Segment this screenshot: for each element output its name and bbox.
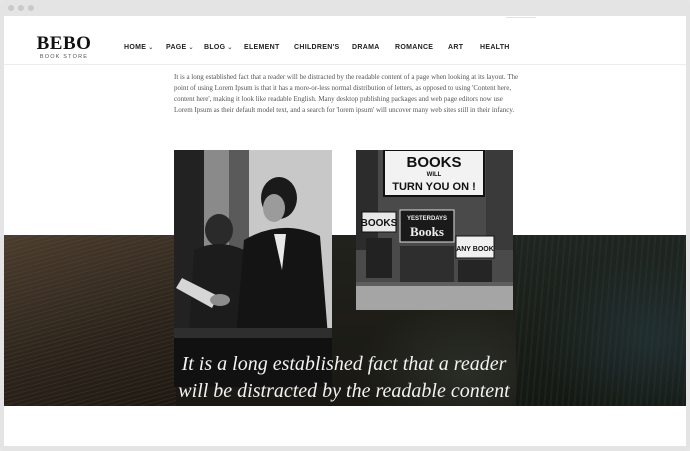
nav-item-health[interactable]: HEALTH xyxy=(480,44,510,51)
shop-sign-2: YESTERDAYS xyxy=(407,216,447,222)
quote-line-2: will be distracted by the readable conte… xyxy=(178,380,510,402)
nav-item-childrens[interactable]: CHILDREN'S xyxy=(294,44,340,51)
page-viewport: BEBO BOOK STORE HOME ⌄ PAGE ⌄ BLOG ⌄ ELE… xyxy=(4,16,686,446)
nav-item-element[interactable]: ELEMENT xyxy=(244,44,280,51)
window-controls xyxy=(8,5,34,11)
shop-sign-1: BOOKS xyxy=(361,218,398,229)
sign-line-2: WILL xyxy=(427,172,442,178)
nav-label: HEALTH xyxy=(480,44,510,51)
logo-subtitle: BOOK STORE xyxy=(39,54,89,60)
sign-line-3: TURN YOU ON ! xyxy=(392,181,476,193)
logo-title: BEBO xyxy=(36,33,92,54)
site-logo[interactable]: BEBO BOOK STORE xyxy=(33,34,95,61)
nav-label: CHILDREN'S xyxy=(294,44,340,51)
quote-line-1: It is a long established fact that a rea… xyxy=(181,353,507,375)
nav-label: PAGE xyxy=(166,44,187,51)
nav-item-blog[interactable]: BLOG ⌄ xyxy=(204,44,233,51)
sign-line-1: BOOKS xyxy=(406,154,461,171)
nav-label: ART xyxy=(448,44,464,51)
chevron-down-icon: ⌄ xyxy=(227,45,233,51)
nav-item-page[interactable]: PAGE ⌄ xyxy=(166,44,194,51)
bookstore-photo: BOOKS WILL TURN YOU ON ! BOOKS YESTERDAY… xyxy=(356,150,513,310)
shop-sign-3: Books xyxy=(410,224,444,239)
hero-quote: It is a long established fact that a rea… xyxy=(104,351,584,405)
browser-window: BEBO BOOK STORE HOME ⌄ PAGE ⌄ BLOG ⌄ ELE… xyxy=(0,0,690,451)
nav-label: ELEMENT xyxy=(244,44,280,51)
shop-sign-4: ANY BOOK xyxy=(456,246,494,253)
window-dot-icon[interactable] xyxy=(28,5,34,11)
window-dot-icon[interactable] xyxy=(8,5,14,11)
nav-label: BLOG xyxy=(204,44,226,51)
nav-label: ROMANCE xyxy=(395,44,434,51)
window-dot-icon[interactable] xyxy=(18,5,24,11)
nav-item-romance[interactable]: ROMANCE xyxy=(395,44,433,51)
header-divider xyxy=(506,17,536,18)
nav-label: HOME xyxy=(124,44,147,51)
chevron-down-icon: ⌄ xyxy=(148,45,154,51)
nav-label: DRAMA xyxy=(352,44,380,51)
chevron-down-icon: ⌄ xyxy=(188,45,194,51)
nav-item-home[interactable]: HOME ⌄ xyxy=(124,44,154,51)
nav-item-art[interactable]: ART xyxy=(448,44,463,51)
intro-paragraph: It is a long established fact that a rea… xyxy=(174,73,519,114)
bookstore-photo-art: BOOKS WILL TURN YOU ON ! BOOKS YESTERDAY… xyxy=(356,150,513,310)
site-header: BEBO BOOK STORE HOME ⌄ PAGE ⌄ BLOG ⌄ ELE… xyxy=(4,16,686,65)
nav-item-drama[interactable]: DRAMA xyxy=(352,44,380,51)
